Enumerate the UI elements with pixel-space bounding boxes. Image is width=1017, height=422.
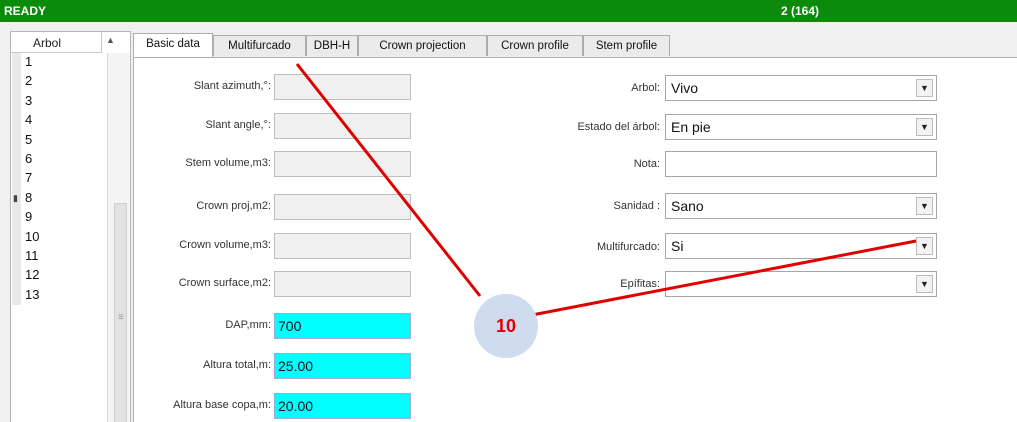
list-item[interactable]: 13 [11, 285, 101, 306]
list-item[interactable]: 11 [11, 246, 101, 267]
list-item-label: 5 [25, 131, 33, 147]
list-item-label: 10 [25, 228, 40, 244]
epifitas-label: Epífitas: [620, 278, 660, 290]
list-item-label: 4 [25, 112, 33, 128]
epifitas-select[interactable]: ▼ [665, 271, 937, 297]
tree-list[interactable]: Arbol ▲ 1 2 3 4 5 6 7 ▮ 8 9 10 11 12 13 ≡ [10, 31, 131, 422]
chevron-down-icon[interactable]: ▼ [916, 197, 933, 215]
list-item-label: 3 [25, 92, 33, 108]
list-item[interactable]: 12 [11, 266, 101, 286]
callout-number: 10 [474, 294, 538, 358]
list-item-label: 13 [25, 286, 40, 302]
list-item-label: 2 [25, 73, 33, 89]
crown-surface-label: Crown surface,m2: [178, 277, 271, 289]
record-counter: 2 (164) [781, 4, 820, 18]
slant-azimuth-label: Slant azimuth,°: [193, 80, 271, 92]
list-item[interactable]: 10 [11, 227, 101, 247]
list-item-label: 11 [25, 247, 39, 263]
arbol-select[interactable]: Vivo ▼ [665, 75, 937, 101]
crown-surface-field[interactable] [274, 271, 411, 297]
tab-multifurcado[interactable]: Multifurcado [213, 35, 306, 56]
arbol-label: Arbol: [631, 82, 660, 94]
tree-list-header-label: Arbol [33, 36, 62, 50]
list-item-label: 9 [25, 209, 33, 225]
sort-up-icon[interactable]: ▲ [106, 35, 115, 45]
slant-angle-label: Slant angle,°: [205, 119, 271, 131]
sanidad-select[interactable]: Sano ▼ [665, 193, 937, 219]
altura-total-field[interactable]: 25.00 [274, 353, 411, 379]
estado-arbol-label: Estado del árbol: [577, 121, 660, 133]
grip-icon: ≡ [118, 312, 124, 323]
list-item[interactable]: 3 [11, 91, 101, 112]
list-item-label: 7 [25, 170, 33, 186]
list-item[interactable]: 9 [11, 208, 101, 228]
list-item[interactable]: 7 [11, 169, 101, 189]
list-item-label: 6 [25, 150, 33, 166]
list-item[interactable]: 1 [11, 53, 101, 73]
chevron-down-icon[interactable]: ▼ [916, 118, 933, 136]
list-item[interactable]: 2 [11, 72, 101, 92]
multifurcado-label: Multifurcado: [597, 241, 660, 253]
list-item-selected[interactable]: ▮ 8 [11, 188, 101, 209]
tab-crown-projection[interactable]: Crown projection [358, 35, 487, 56]
list-item-label: 8 [25, 189, 33, 205]
list-item-label: 1 [25, 54, 33, 69]
chevron-down-icon[interactable]: ▼ [916, 275, 933, 293]
dap-label: DAP,mm: [225, 319, 271, 331]
tab-crown-profile[interactable]: Crown profile [487, 35, 583, 56]
crown-volume-field[interactable] [274, 233, 411, 259]
altura-base-copa-label: Altura base copa,m: [173, 399, 271, 411]
altura-total-label: Altura total,m: [203, 359, 271, 371]
list-scrollbar[interactable]: ≡ [107, 53, 130, 422]
row-indicator-icon: ▮ [13, 192, 18, 203]
sanidad-label: Sanidad : [613, 200, 660, 212]
altura-base-copa-field[interactable]: 20.00 [274, 393, 411, 419]
tab-basic-data[interactable]: Basic data [133, 33, 213, 57]
slant-angle-field[interactable] [274, 113, 411, 139]
chevron-down-icon[interactable]: ▼ [916, 237, 933, 255]
tree-list-header[interactable]: Arbol [11, 32, 102, 53]
crown-volume-label: Crown volume,m3: [179, 239, 271, 251]
list-item[interactable]: 5 [11, 130, 101, 150]
nota-label: Nota: [633, 158, 660, 170]
status-text: READY [4, 4, 47, 18]
stem-volume-label: Stem volume,m3: [185, 157, 271, 169]
multifurcado-select[interactable]: Si ▼ [665, 233, 937, 259]
scrollbar-thumb[interactable]: ≡ [114, 203, 127, 422]
chevron-down-icon[interactable]: ▼ [916, 79, 933, 97]
list-item[interactable]: 6 [11, 149, 101, 170]
crown-proj-label: Crown proj,m2: [196, 200, 271, 212]
estado-arbol-select[interactable]: En pie ▼ [665, 114, 937, 140]
tab-dbh-h[interactable]: DBH-H [306, 35, 358, 56]
nota-field[interactable] [665, 151, 937, 177]
status-bar: READY 2 (164) [0, 0, 1017, 22]
list-item-label: 12 [25, 267, 40, 283]
slant-azimuth-field[interactable] [274, 74, 411, 100]
stem-volume-field[interactable] [274, 151, 411, 177]
crown-proj-field[interactable] [274, 194, 411, 220]
list-item[interactable]: 4 [11, 111, 101, 131]
dap-field[interactable]: 700 [274, 313, 411, 339]
tab-stem-profile[interactable]: Stem profile [583, 35, 670, 56]
